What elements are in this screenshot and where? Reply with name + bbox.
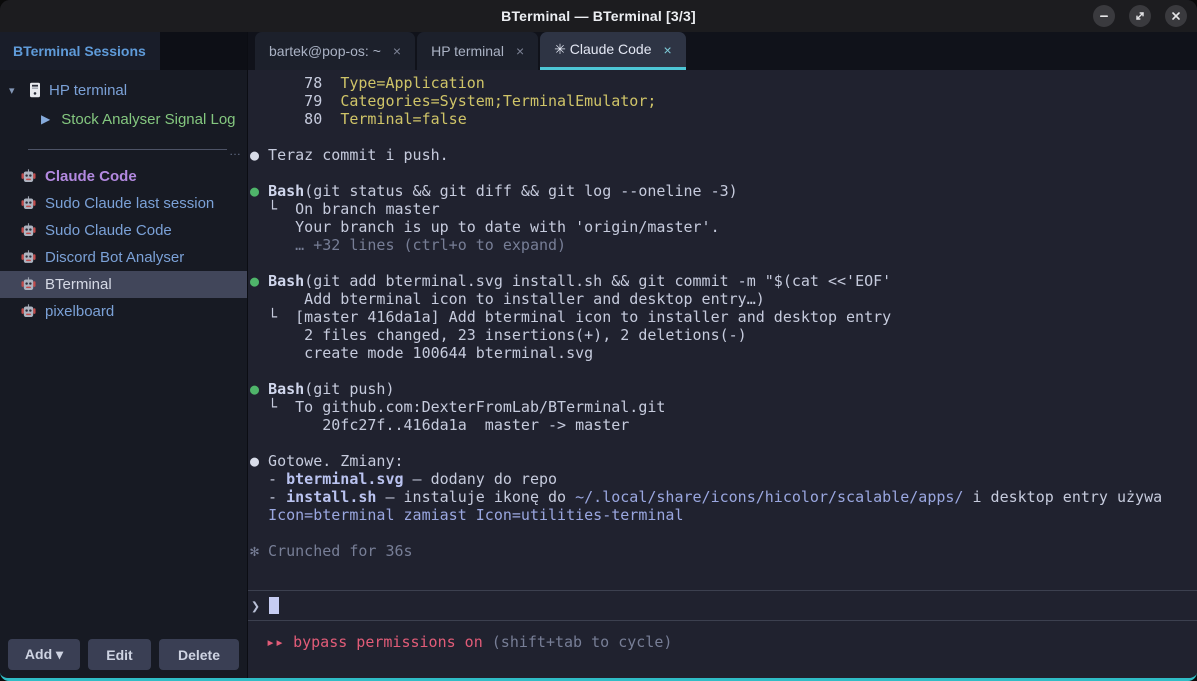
sessions-sidebar: BTerminal Sessions ▾ HP terminal ▶ bbox=[0, 32, 248, 678]
window-body: BTerminal Sessions ▾ HP terminal ▶ bbox=[0, 32, 1197, 678]
terminal-line bbox=[250, 362, 1197, 380]
sidebar-session-discord-bot-analyser[interactable]: Discord Bot Analyser bbox=[0, 244, 247, 271]
prompt-caret: ❯ bbox=[251, 597, 260, 615]
terminal-line: └ To github.com:DexterFromLab/BTerminal.… bbox=[250, 398, 1197, 416]
terminal-line: - install.sh — instaluje ikonę do ~/.loc… bbox=[250, 488, 1197, 506]
ellipsis-icon[interactable]: … bbox=[227, 147, 243, 155]
session-label: BTerminal bbox=[45, 276, 112, 293]
tab-label: ✳ Claude Code bbox=[554, 41, 651, 58]
robot-icon bbox=[21, 304, 36, 319]
terminal-line: 78 Type=Application bbox=[250, 74, 1197, 92]
minimize-icon bbox=[1098, 10, 1110, 22]
bypass-arrows-icon: ▸▸ bbox=[266, 633, 293, 651]
terminal-line: ● Bash(git push) bbox=[250, 380, 1197, 398]
robot-icon bbox=[21, 250, 36, 265]
terminal-line bbox=[250, 434, 1197, 452]
sidebar-header: BTerminal Sessions bbox=[0, 32, 247, 70]
session-label: pixelboard bbox=[45, 303, 114, 320]
terminal-line: ● Teraz commit i push. bbox=[250, 146, 1197, 164]
terminal-line: Icon=bterminal zamiast Icon=utilities-te… bbox=[250, 506, 1197, 524]
sidebar-spacer bbox=[0, 325, 247, 639]
tab-bartek-pop-os[interactable]: bartek@pop-os: ~ × bbox=[255, 32, 415, 70]
edit-button[interactable]: Edit bbox=[88, 639, 151, 670]
robot-icon bbox=[21, 169, 36, 184]
cycle-hint-text: (shift+tab to cycle) bbox=[483, 633, 673, 651]
terminal-output: 78 Type=Application 79 Categories=System… bbox=[248, 70, 1197, 560]
terminal-line: ● Bash(git status && git diff && git log… bbox=[250, 182, 1197, 200]
delete-button[interactable]: Delete bbox=[159, 639, 239, 670]
sidebar-title: BTerminal Sessions bbox=[13, 43, 146, 59]
terminal-line: … +32 lines (ctrl+o to expand) bbox=[250, 236, 1197, 254]
sidebar-session-pixelboard[interactable]: pixelboard bbox=[0, 298, 247, 325]
terminal-line bbox=[250, 524, 1197, 542]
sidebar-footer: Add ▾ Edit Delete bbox=[0, 639, 247, 678]
tree-group-label: HP terminal bbox=[49, 82, 127, 99]
divider-line bbox=[28, 149, 227, 150]
robot-icon bbox=[21, 223, 36, 238]
session-tree: ▾ HP terminal ▶ Stock Analyser Signal Lo… bbox=[0, 70, 247, 163]
bterminal-window: BTerminal — BTerminal [3/3] BTerminal Se… bbox=[0, 0, 1197, 681]
tab-label: HP terminal bbox=[431, 43, 504, 59]
tab-hp-terminal[interactable]: HP terminal × bbox=[417, 32, 538, 70]
session-label: Discord Bot Analyser bbox=[45, 249, 184, 266]
close-button[interactable] bbox=[1165, 5, 1187, 27]
window-title: BTerminal — BTerminal [3/3] bbox=[501, 8, 696, 24]
text-cursor bbox=[269, 597, 279, 614]
session-label: Claude Code bbox=[45, 168, 137, 185]
sidebar-session-sudo-claude-last-session[interactable]: Sudo Claude last session bbox=[0, 190, 247, 217]
terminal-line: └ [master 416da1a] Add bterminal icon to… bbox=[250, 308, 1197, 326]
terminal-line: ● Bash(git add bterminal.svg install.sh … bbox=[250, 272, 1197, 290]
robot-icon bbox=[21, 277, 36, 292]
sidebar-session-bterminal[interactable]: BTerminal bbox=[0, 271, 247, 298]
close-icon bbox=[1170, 10, 1182, 22]
maximize-icon bbox=[1134, 10, 1146, 22]
play-icon: ▶ bbox=[41, 112, 50, 126]
tab-label: bartek@pop-os: ~ bbox=[269, 43, 381, 59]
terminal-line: create mode 100644 bterminal.svg bbox=[250, 344, 1197, 362]
robot-icon bbox=[21, 196, 36, 211]
computer-icon bbox=[29, 82, 41, 98]
tab-close-icon[interactable]: × bbox=[393, 43, 401, 59]
tree-child-label: Stock Analyser Signal Log bbox=[61, 111, 235, 128]
sidebar-session-sudo-claude-code[interactable]: Sudo Claude Code bbox=[0, 217, 247, 244]
terminal-line bbox=[250, 254, 1197, 272]
session-label: Sudo Claude Code bbox=[45, 222, 172, 239]
sidebar-session-claude-code[interactable]: Claude Code bbox=[0, 163, 247, 190]
titlebar[interactable]: BTerminal — BTerminal [3/3] bbox=[0, 0, 1197, 32]
terminal-line: 80 Terminal=false bbox=[250, 110, 1197, 128]
terminal-line bbox=[250, 128, 1197, 146]
terminal-line: 20fc27f..416da1a master -> master bbox=[250, 416, 1197, 434]
tab-claude-code[interactable]: ✳ Claude Code × bbox=[540, 32, 686, 70]
tree-item-stock-analyser[interactable]: ▶ Stock Analyser Signal Log bbox=[0, 104, 247, 134]
bypass-status-text: bypass permissions on bbox=[293, 633, 483, 651]
minimize-button[interactable] bbox=[1093, 5, 1115, 27]
terminal: 78 Type=Application 79 Categories=System… bbox=[248, 70, 1197, 678]
terminal-line: └ On branch master bbox=[250, 200, 1197, 218]
window-controls bbox=[1093, 5, 1187, 27]
sidebar-header-tab: BTerminal Sessions bbox=[0, 32, 160, 70]
chevron-down-icon[interactable]: ▾ bbox=[9, 84, 21, 97]
prompt-input[interactable]: ❯ bbox=[248, 591, 1197, 620]
terminal-line: ● Gotowe. Zmiany: bbox=[250, 452, 1197, 470]
tab-strip: bartek@pop-os: ~×HP terminal×✳ Claude Co… bbox=[248, 32, 1197, 70]
terminal-line bbox=[250, 164, 1197, 182]
tree-group-hp-terminal[interactable]: ▾ HP terminal bbox=[0, 76, 247, 104]
terminal-line: Add bterminal icon to installer and desk… bbox=[250, 290, 1197, 308]
terminal-line: 2 files changed, 23 insertions(+), 2 del… bbox=[250, 326, 1197, 344]
maximize-button[interactable] bbox=[1129, 5, 1151, 27]
terminal-line: - bterminal.svg — dodany do repo bbox=[250, 470, 1197, 488]
terminal-line: Your branch is up to date with 'origin/m… bbox=[250, 218, 1197, 236]
sidebar-divider: … bbox=[28, 143, 243, 155]
terminal-line: ✻ Crunched for 36s bbox=[250, 542, 1197, 560]
tab-close-icon[interactable]: × bbox=[664, 42, 672, 58]
add-button[interactable]: Add ▾ bbox=[8, 639, 80, 670]
session-label: Sudo Claude last session bbox=[45, 195, 214, 212]
session-list: Claude Code Sudo Claude last session Sud… bbox=[0, 163, 247, 325]
main-panel: bartek@pop-os: ~×HP terminal×✳ Claude Co… bbox=[248, 32, 1197, 678]
permissions-status: ▸▸ bypass permissions on (shift+tab to c… bbox=[248, 621, 1197, 639]
terminal-line: 79 Categories=System;TerminalEmulator; bbox=[250, 92, 1197, 110]
tab-close-icon[interactable]: × bbox=[516, 43, 524, 59]
